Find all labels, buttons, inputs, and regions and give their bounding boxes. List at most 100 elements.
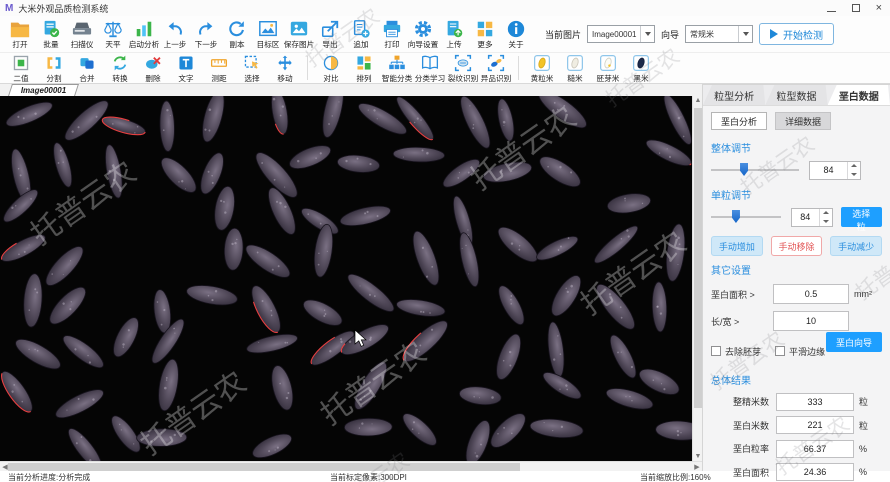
merge-icon <box>76 52 97 73</box>
checkbox-icon <box>775 346 785 356</box>
manual-remove-button[interactable]: 手动移除 <box>771 236 823 256</box>
toolbar-button-foreign-detect[interactable]: 异品识别 <box>479 52 512 84</box>
result-label: 整精米数 <box>711 395 769 408</box>
toolbar-button-grain-germ[interactable]: 胚芽米 <box>591 52 624 84</box>
toolbar-button-merge[interactable]: 合并 <box>70 52 103 84</box>
image-tab[interactable]: Image00001 <box>8 84 79 96</box>
chalk-area-input[interactable]: 0.5 <box>773 284 849 304</box>
manual-add-button[interactable]: 手动增加 <box>711 236 763 256</box>
results-list: 整精米数 333 粒垩白米数 221 粒垩白粒率 66.37 %垩白面积 24.… <box>711 393 882 482</box>
current-image-label: 当前图片 <box>545 28 581 41</box>
single-slider-handle[interactable] <box>732 210 740 223</box>
smooth-edge-label: 平滑边缘 <box>789 345 825 358</box>
horizontal-scroll-thumb[interactable] <box>8 463 520 471</box>
result-value-input[interactable]: 24.36 <box>776 463 854 481</box>
chevron-down-icon <box>738 26 752 42</box>
result-value-input[interactable]: 66.37 <box>776 440 854 458</box>
toolbar-button-gear[interactable]: 向导设置 <box>407 18 438 50</box>
toolbar-button-print[interactable]: 打印 <box>376 18 407 50</box>
toolbar-button-more[interactable]: 更多 <box>469 18 500 50</box>
spin-down-icon[interactable] <box>848 170 860 179</box>
tab-垩白数据[interactable]: 垩白数据 <box>828 85 890 105</box>
toolbar-button-split[interactable]: 分割 <box>37 52 70 84</box>
length-width-input[interactable]: 10 <box>773 311 849 331</box>
horizontal-scrollbar[interactable]: ◀ ▶ <box>0 461 702 471</box>
tab-粒型分析[interactable]: 粒型分析 <box>703 85 765 105</box>
overall-adjust-input[interactable]: 84 <box>809 161 861 180</box>
grain-germ-icon <box>597 52 618 73</box>
toolbar-button-label: 合并 <box>79 73 94 83</box>
current-image-select[interactable]: Image00001 <box>587 25 655 43</box>
remove-germ-checkbox[interactable]: 去除胚芽 <box>711 345 761 358</box>
toolbar-button-save-image[interactable]: 保存图片 <box>283 18 314 50</box>
toolbar-button-info[interactable]: 关于 <box>500 18 531 50</box>
toolbar-button-batch[interactable]: 批量 <box>35 18 66 50</box>
toolbar-button-classify-learn[interactable]: 分类学习 <box>413 52 446 84</box>
toolbar-button-redo[interactable]: 下一步 <box>190 18 221 50</box>
toolbar-button-delete[interactable]: 删除 <box>136 52 169 84</box>
toolbar-separator <box>307 56 308 80</box>
detail-data-button[interactable]: 详细数据 <box>775 112 831 130</box>
minimize-button[interactable] <box>827 5 836 12</box>
wizard-value: 常规米 <box>690 29 714 40</box>
right-panel-tabs: 粒型分析粒型数据垩白数据 <box>703 85 890 106</box>
image-tab-label: Image00001 <box>21 86 66 95</box>
scroll-right-icon[interactable]: ▶ <box>692 463 702 471</box>
start-detect-button[interactable]: 开始检测 <box>759 23 834 45</box>
single-adjust-input[interactable]: 84 <box>791 208 833 227</box>
start-detect-label: 开始检测 <box>783 27 823 42</box>
toolbar-button-scanner[interactable]: 扫描仪 <box>66 18 97 50</box>
toolbar-button-target-area[interactable]: 目标区 <box>252 18 283 50</box>
toolbar-button-balance[interactable]: 天平 <box>97 18 128 50</box>
toolbar-button-append[interactable]: 追加 <box>345 18 376 50</box>
chalk-wizard-button[interactable]: 垩白向导 <box>826 332 882 352</box>
vertical-scroll-thumb[interactable] <box>694 108 702 408</box>
toolbar-button-analysis[interactable]: 启动分析 <box>128 18 159 50</box>
toolbar-button-undo[interactable]: 上一步 <box>159 18 190 50</box>
toolbar-button-binary[interactable]: 二值 <box>4 52 37 84</box>
select-grain-button[interactable]: 选择粒 <box>841 207 882 227</box>
smooth-edge-checkbox[interactable]: 平滑边缘 <box>775 345 825 358</box>
balance-icon <box>102 18 123 39</box>
toolbar-button-label: 异品识别 <box>480 73 510 83</box>
toolbar-button-move[interactable]: 移动 <box>268 52 301 84</box>
spin-up-icon[interactable] <box>848 162 860 171</box>
overall-slider-handle[interactable] <box>740 163 748 176</box>
toolbar-button-crack-detect[interactable]: 裂纹识别 <box>446 52 479 84</box>
toolbar-button-grain-brown[interactable]: 糙米 <box>558 52 591 84</box>
spin-down-icon[interactable] <box>820 217 832 226</box>
toolbar-button-convert[interactable]: 转换 <box>103 52 136 84</box>
app-logo: M <box>5 3 13 14</box>
maximize-button[interactable] <box>852 4 860 12</box>
result-value-input[interactable]: 333 <box>776 393 854 411</box>
smart-classify-icon <box>386 52 407 73</box>
rice-image-canvas[interactable]: 托普云农托普云农托普云农托普云农托普云农 <box>0 96 692 461</box>
single-adjust-label: 单粒调节 <box>711 187 882 202</box>
toolbar-button-label: 裂纹识别 <box>447 73 477 83</box>
toolbar-button-copy[interactable]: 副本 <box>221 18 252 50</box>
tab-粒型数据[interactable]: 粒型数据 <box>765 85 827 105</box>
toolbar-button-smart-classify[interactable]: 智能分类 <box>380 52 413 84</box>
toolbar-button-export[interactable]: 导出 <box>314 18 345 50</box>
overall-adjust-slider[interactable] <box>711 169 799 171</box>
binary-icon <box>10 52 31 73</box>
wizard-select[interactable]: 常规米 <box>685 25 753 43</box>
toolbar-button-grain-yellow[interactable]: 黄粒米 <box>525 52 558 84</box>
spin-up-icon[interactable] <box>820 209 832 218</box>
single-adjust-slider[interactable] <box>711 216 781 218</box>
toolbar-button-arrange[interactable]: 排列 <box>347 52 380 84</box>
close-button[interactable]: × <box>876 3 882 13</box>
edit-toolbar: 二值分割合并转换删除文字测距选择移动对比排列智能分类分类学习裂纹识别异品识别 黄粒… <box>0 53 890 84</box>
toolbar-button-measure[interactable]: 测距 <box>202 52 235 84</box>
manual-decrease-button[interactable]: 手动减少 <box>830 236 882 256</box>
result-value-input[interactable]: 221 <box>776 416 854 434</box>
toolbar-button-upload[interactable]: 上传 <box>438 18 469 50</box>
toolbar-button-text[interactable]: 文字 <box>169 52 202 84</box>
toolbar-button-contrast[interactable]: 对比 <box>314 52 347 84</box>
analysis-icon <box>133 18 154 39</box>
toolbar-button-grain-black[interactable]: 黑米 <box>624 52 657 84</box>
toolbar-button-select[interactable]: 选择 <box>235 52 268 84</box>
toolbar-button-folder-open[interactable]: 打开 <box>4 18 35 50</box>
vertical-scrollbar[interactable]: ▲ ▼ <box>692 96 702 461</box>
chalk-analysis-button[interactable]: 垩白分析 <box>711 112 767 130</box>
